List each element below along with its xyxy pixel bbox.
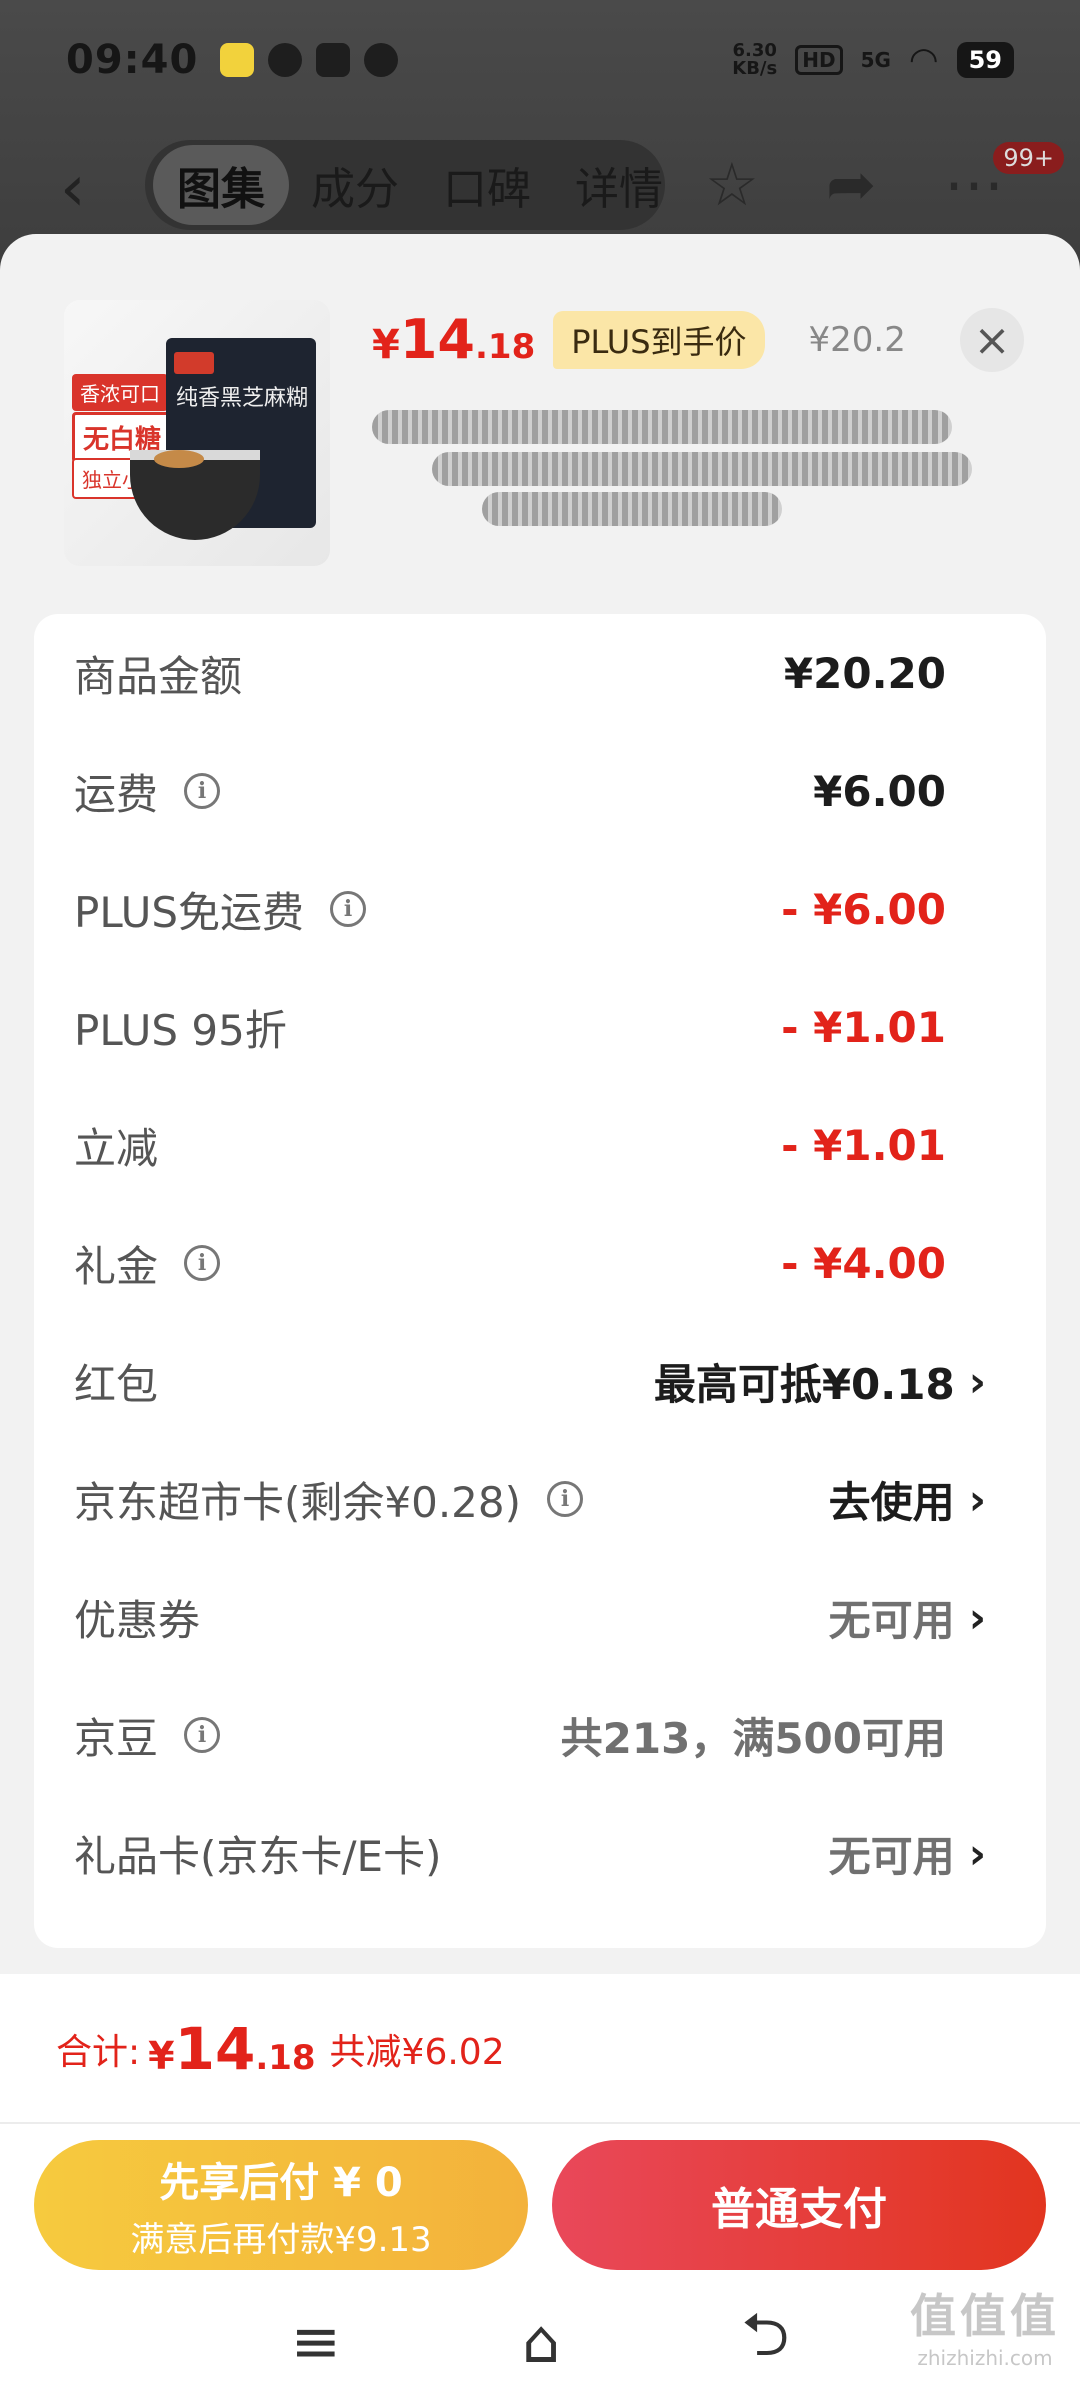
pay-later-subtitle: 满意后再付款¥9.13 [130, 2219, 432, 2260]
info-icon[interactable]: i [184, 1717, 221, 1753]
row-value: - ¥6.00 [781, 884, 946, 934]
product-summary: 香浓可口 无白糖 独立小包 纯香黑芝麻糊 ¥14.18 PLUS到手价 ¥20.… [64, 300, 1024, 570]
hd-icon: HD [795, 45, 843, 75]
plus-price-badge: PLUS到手价 [553, 310, 765, 369]
chat-icon [268, 43, 303, 77]
close-button[interactable]: × [960, 308, 1024, 372]
product-image: 香浓可口 无白糖 独立小包 纯香黑芝麻糊 [64, 300, 330, 566]
star-icon[interactable]: ☆ [705, 150, 759, 220]
tab-gallery[interactable]: 图集 [153, 145, 289, 225]
row-value: ¥20.20 [783, 648, 946, 698]
message-badge: 99+ [993, 142, 1064, 174]
chevron-right-icon: › [968, 1356, 986, 1406]
row-plus-free-shipping: PLUS免运费 i - ¥6.00 [34, 850, 1046, 968]
home-icon[interactable]: ⌂ [522, 2307, 560, 2377]
row-gift-card[interactable]: 礼品卡(京东卡/E卡) 无可用 › [34, 1794, 1046, 1912]
back-arrow-icon[interactable]: ‹ [60, 152, 86, 226]
close-icon: × [973, 314, 1011, 366]
status-right: 6.30 KB/s HD 5G ◠ 59 [732, 40, 1014, 80]
row-plus-discount: PLUS 95折 - ¥1.01 [34, 968, 1046, 1086]
info-icon[interactable]: i [184, 1245, 221, 1281]
battery-indicator: 59 [956, 42, 1014, 78]
share-icon[interactable]: ➦ [826, 150, 876, 220]
row-supermarket-card[interactable]: 京东超市卡(剩余¥0.28) i 去使用 › [34, 1440, 1046, 1558]
chevron-right-icon: › [968, 1828, 986, 1878]
row-value: 去使用 › [828, 1474, 986, 1527]
row-label: 立减 [74, 1123, 159, 1173]
row-label: 运费 [74, 769, 159, 819]
row-value: - ¥1.01 [781, 1002, 946, 1052]
total-savings: 共减¥6.02 [329, 2032, 505, 2073]
row-value: 最高可抵¥0.18 › [653, 1356, 986, 1409]
pay-later-button[interactable]: 先享后付 ¥ 0 满意后再付款¥9.13 [34, 2140, 528, 2270]
plus-price: ¥14.18 [372, 308, 536, 371]
watermark-logo: 值值值 [910, 2289, 1060, 2343]
row-goods-amount: 商品金额 ¥20.20 [34, 614, 1046, 732]
row-shipping: 运费 i ¥6.00 [34, 732, 1046, 850]
original-price: ¥20.2 [808, 319, 906, 360]
info-icon[interactable]: i [330, 891, 367, 927]
row-value: 无可用 › [828, 1592, 986, 1645]
payment-buttons: 先享后付 ¥ 0 满意后再付款¥9.13 普通支付 [0, 2124, 1080, 2284]
menu-icon[interactable]: ≡ [291, 2307, 341, 2377]
row-value: ¥6.00 [813, 766, 946, 816]
chevron-right-icon: › [968, 1474, 986, 1524]
checkout-sheet: 香浓可口 无白糖 独立小包 纯香黑芝麻糊 ¥14.18 PLUS到手价 ¥20.… [0, 234, 1080, 2400]
row-instant-discount: 立减 - ¥1.01 [34, 1086, 1046, 1204]
top-nav: ‹ 图集 成分 口碑 详情 ☆ ➦ ⋯ 99+ [0, 130, 1080, 250]
row-label: 礼金 [74, 1241, 159, 1291]
row-label: PLUS 95折 [74, 1005, 287, 1055]
total-label: 合计: [56, 2032, 141, 2073]
back-icon[interactable]: ⮌ [741, 2291, 789, 2393]
status-time: 09:40 [66, 37, 199, 83]
info-icon[interactable]: i [184, 773, 221, 809]
row-label: 红包 [74, 1359, 159, 1409]
row-coupon[interactable]: 优惠券 无可用 › [34, 1558, 1046, 1676]
tab-ingredients[interactable]: 成分 [289, 153, 421, 217]
normal-pay-button[interactable]: 普通支付 [552, 2140, 1046, 2270]
row-label: 优惠券 [74, 1595, 201, 1645]
row-jd-beans: 京豆 i 共213，满500可用 [34, 1676, 1046, 1794]
battery-saver-icon [316, 43, 351, 77]
row-value: - ¥1.01 [781, 1120, 946, 1170]
tab-bar: 图集 成分 口碑 详情 [145, 140, 665, 230]
row-label: 礼品卡(京东卡/E卡) [74, 1831, 442, 1881]
product-title-redacted [372, 400, 992, 530]
notification-icons [220, 43, 399, 77]
row-label: PLUS免运费 [74, 887, 305, 937]
app-notification-icon [220, 43, 255, 77]
total-bar: 合计: ¥14.18 共减¥6.02 [0, 1974, 1080, 2124]
total-price: ¥14.18 [148, 2015, 316, 2083]
row-label: 京豆 [74, 1713, 159, 1763]
pay-later-title: 先享后付 ¥ 0 [159, 2159, 403, 2206]
price-details-card: 商品金额 ¥20.20 运费 i ¥6.00 PLUS免运费 i - ¥6.00 P… [34, 614, 1046, 1948]
net-speed-unit: KB/s [732, 58, 778, 79]
camera-icon [364, 43, 399, 77]
row-value: - ¥4.00 [781, 1238, 946, 1288]
signal-icon: 5G [860, 48, 891, 72]
wifi-icon: ◠ [908, 40, 939, 80]
chevron-right-icon: › [968, 1592, 986, 1642]
image-label-1: 香浓可口 [72, 374, 168, 411]
price-line: ¥14.18 PLUS到手价 ¥20.2 [372, 308, 906, 371]
info-icon[interactable]: i [547, 1481, 584, 1517]
watermark-url: zhizhizhi.com [917, 2346, 1053, 2370]
tab-details[interactable]: 详情 [553, 153, 665, 217]
row-value: 无可用 › [828, 1828, 986, 1881]
row-gift-money: 礼金 i - ¥4.00 [34, 1204, 1046, 1322]
watermark: 值值值 zhizhizhi.com [910, 2280, 1060, 2370]
status-bar: 09:40 6.30 KB/s HD 5G ◠ 59 [0, 0, 1080, 120]
row-label: 商品金额 [74, 651, 243, 701]
package-text: 纯香黑芝麻糊 [176, 386, 309, 411]
row-red-packet[interactable]: 红包 最高可抵¥0.18 › [34, 1322, 1046, 1440]
row-value: 共213，满500可用 [560, 1713, 946, 1763]
network-speed: 6.30 KB/s [732, 42, 777, 78]
row-label: 京东超市卡(剩余¥0.28) [74, 1477, 522, 1527]
tab-reviews[interactable]: 口碑 [421, 153, 553, 217]
